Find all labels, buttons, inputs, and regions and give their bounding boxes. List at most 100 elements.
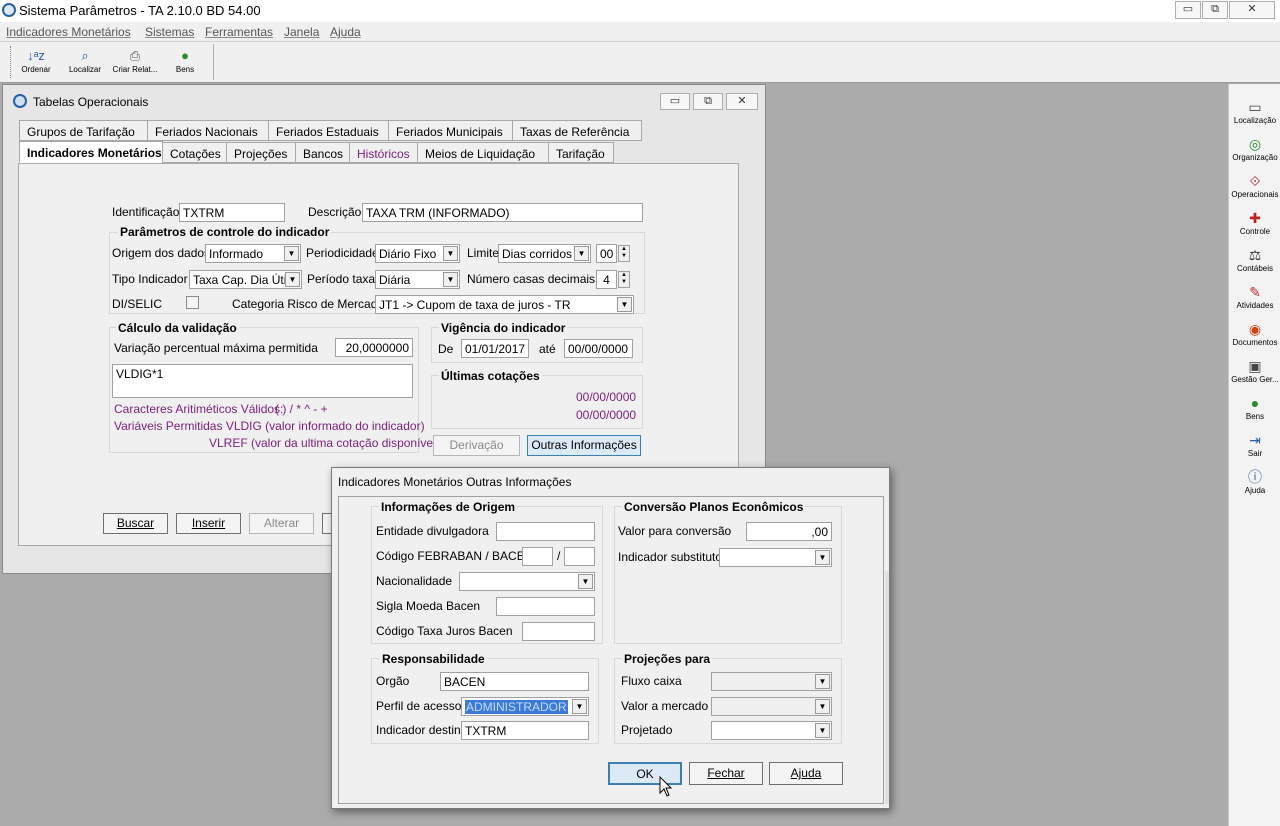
chevron-down-icon[interactable]: ▼ [285, 272, 300, 287]
menu-sistemas[interactable]: Sistemas [145, 25, 194, 39]
sidebar-ajuda[interactable]: ⓘ Ajuda [1229, 468, 1280, 504]
limite-select[interactable]: Dias corridos ▼ [498, 244, 591, 263]
menu-ferramentas[interactable]: Ferramentas [205, 25, 273, 39]
sidebar-organizacao[interactable]: ◎ Organização [1229, 135, 1280, 171]
categoria-value: JT1 -> Cupom de taxa de juros - TR [379, 298, 571, 312]
tab-indicadores-monetarios[interactable]: Indicadores Monetários [19, 141, 163, 163]
identificacao-field[interactable]: TXTRM [179, 203, 285, 222]
limite-number-field[interactable]: 00 [596, 244, 617, 263]
sigla-field[interactable] [496, 597, 595, 616]
alterar-button[interactable]: Alterar [249, 513, 314, 534]
vigencia-de-field[interactable]: 01/01/2017 [461, 339, 529, 358]
restore-button[interactable]: ⧉ [1202, 1, 1228, 19]
sidebar-documentos[interactable]: ◉ Documentos [1229, 320, 1280, 356]
tabelas-close-button[interactable]: ✕ [726, 93, 758, 110]
chevron-down-icon[interactable]: ▼ [815, 550, 830, 565]
periodicidade-select[interactable]: Diário Fixo ▼ [375, 244, 460, 263]
origem-select[interactable]: Informado ▼ [205, 244, 301, 263]
perfil-label: Perfil de acesso [376, 699, 462, 713]
sidebar-gestao[interactable]: ▣ Gestão Ger... [1229, 357, 1280, 393]
chevron-down-icon[interactable]: ▼ [815, 699, 830, 714]
tab-feriados-municipais[interactable]: Feriados Municipais [388, 120, 513, 141]
descricao-label: Descrição [308, 205, 362, 219]
chevron-down-icon[interactable]: ▼ [815, 723, 830, 738]
bens-button[interactable]: ● Bens [162, 48, 208, 80]
localizar-button[interactable]: ⌕ Localizar [62, 48, 108, 80]
inserir-button[interactable]: Inserir [176, 513, 241, 534]
destino-field[interactable]: TXTRM [461, 721, 589, 740]
variacao-field[interactable]: 20,0000000 [335, 338, 413, 357]
close-button[interactable]: ✕ [1229, 1, 1275, 19]
menu-janela[interactable]: Janela [284, 25, 319, 39]
tab-historicos[interactable]: Históricos [349, 142, 418, 163]
descricao-field[interactable]: TAXA TRM (INFORMADO) [362, 203, 643, 222]
conversao-title: Conversão Planos Econômicos [622, 500, 806, 514]
ajuda-button[interactable]: Ajuda [769, 762, 843, 785]
substituto-select[interactable]: ▼ [719, 548, 832, 567]
tab-feriados-nacionais[interactable]: Feriados Nacionais [147, 120, 269, 141]
sidebar-contabeis[interactable]: ⚖ Contábeis [1229, 246, 1280, 282]
menu-ajuda[interactable]: Ajuda [330, 25, 361, 39]
limite-stepper[interactable]: ▲ ▼ [618, 245, 630, 262]
chevron-down-icon[interactable]: ▼ [284, 246, 299, 261]
fechar-button[interactable]: Fechar [689, 762, 763, 785]
sidebar-label: Documentos [1232, 338, 1278, 347]
tipo-indicador-value: Taxa Cap. Dia Útil [193, 273, 290, 287]
tab-taxas-referencia[interactable]: Taxas de Referência [512, 120, 642, 141]
ordenar-button[interactable]: ↓ᵃz Ordenar [13, 48, 59, 80]
febraban-field[interactable] [522, 547, 553, 566]
menu-indicadores[interactable]: Indicadores Monetários [6, 25, 131, 39]
sidebar-localizacao[interactable]: ▭ Localização [1229, 98, 1280, 134]
chevron-down-icon[interactable]: ▼ [574, 246, 589, 261]
tab-cotacoes[interactable]: Cotações [162, 142, 227, 163]
sidebar-atividades[interactable]: ✎ Atividades [1229, 283, 1280, 319]
tab-bancos[interactable]: Bancos [295, 142, 350, 163]
de-label: De [438, 342, 454, 356]
projetado-select[interactable]: ▼ [711, 721, 832, 740]
chevron-down-icon[interactable]: ▼ [443, 246, 458, 261]
valormerc-select[interactable]: ▼ [711, 697, 832, 716]
chevron-down-icon[interactable]: ▼ [617, 297, 632, 312]
periodo-taxa-select[interactable]: Diária ▼ [375, 270, 460, 289]
casas-decimais-field[interactable]: 4 [596, 270, 617, 289]
buscar-button[interactable]: Buscar [103, 513, 168, 534]
tabelas-minimize-button[interactable]: ▭ [660, 93, 690, 110]
sidebar-sair[interactable]: ⇥ Sair [1229, 431, 1280, 467]
sidebar-operacionais[interactable]: ⟐ Operacionais [1229, 172, 1280, 208]
tab-tarifacao[interactable]: Tarifação [548, 142, 614, 163]
codtaxa-field[interactable] [522, 622, 595, 641]
sidebar-label: Localização [1233, 116, 1277, 125]
chevron-down-icon[interactable]: ▼ [443, 272, 458, 287]
toolbar-grip [10, 46, 12, 78]
sidebar-bens[interactable]: ● Bens [1229, 394, 1280, 430]
vigencia-ate-field[interactable]: 00/00/0000 [564, 339, 633, 358]
outras-informacoes-button[interactable]: Outras Informações [527, 435, 641, 456]
tab-grupos-tarifacao[interactable]: Grupos de Tarifação [19, 120, 148, 141]
chevron-down-icon[interactable]: ▼ [572, 699, 587, 714]
categoria-select[interactable]: JT1 -> Cupom de taxa de juros - TR ▼ [375, 295, 634, 314]
derivacao-button[interactable]: Derivação [433, 435, 520, 456]
tipo-indicador-select[interactable]: Taxa Cap. Dia Útil ▼ [189, 270, 302, 289]
chevron-down-icon[interactable]: ▼ [578, 574, 593, 589]
sidebar-label: Sair [1247, 449, 1263, 458]
chevron-down-icon[interactable]: ▼ [815, 674, 830, 689]
fluxo-select[interactable]: ▼ [711, 672, 832, 691]
valorconv-field[interactable]: ,00 [746, 522, 832, 541]
diselic-checkbox[interactable] [186, 296, 199, 309]
tab-projecoes[interactable]: Projeções [226, 142, 296, 163]
tab-feriados-estaduais[interactable]: Feriados Estaduais [268, 120, 389, 141]
perfil-select[interactable]: ADMINISTRADOR ▼ [461, 697, 589, 716]
casas-stepper[interactable]: ▲ ▼ [618, 271, 630, 288]
orgao-field[interactable]: BACEN [440, 672, 589, 691]
tab-meios-liquidacao[interactable]: Meios de Liquidação [417, 142, 549, 163]
nacionalidade-select[interactable]: ▼ [459, 572, 595, 591]
sidebar-controle[interactable]: ✚ Controle [1229, 209, 1280, 245]
criar-relat-button[interactable]: ⎙ Criar Relat... [112, 48, 158, 80]
dialog-scrollbar[interactable] [885, 571, 889, 804]
minimize-button[interactable]: ▭ [1175, 1, 1201, 19]
substituto-label: Indicador substituto [618, 550, 723, 564]
tabelas-restore-button[interactable]: ⧉ [693, 93, 723, 110]
entidade-field[interactable] [496, 522, 595, 541]
bacen-field[interactable] [564, 547, 595, 566]
formula-textarea[interactable]: VLDIG*1 [112, 364, 413, 398]
